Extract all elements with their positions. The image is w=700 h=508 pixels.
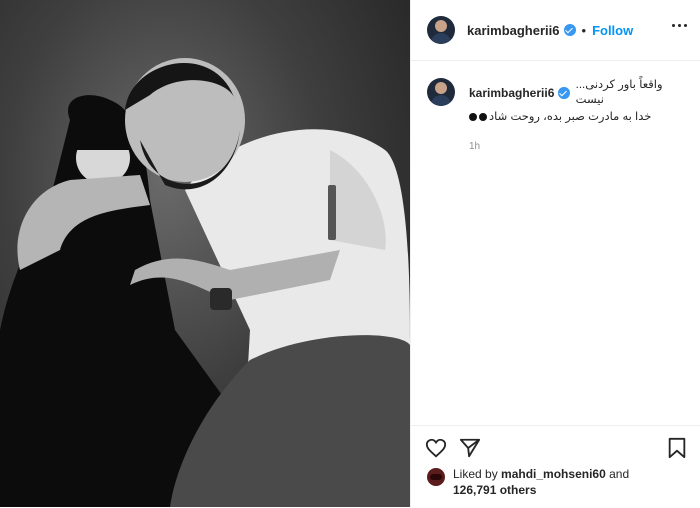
post-timestamp[interactable]: 1h (469, 139, 687, 154)
author-username[interactable]: karimbagherii6 (467, 23, 560, 38)
liked-by-and: and (609, 467, 630, 481)
post-caption: karimbagherii6 ...واقعاً باور کردنی نیست… (427, 78, 687, 154)
post-photo[interactable] (0, 0, 410, 507)
liked-by-prefix: Liked by (453, 467, 498, 481)
likes-summary: Liked by mahdi_mohseni60 and 126,791 oth… (427, 466, 629, 498)
caption-text-line1: ...واقعاً باور کردنی نیست (575, 79, 663, 106)
separator-dot: • (581, 22, 587, 38)
post-header: karimbagherii6 • Follow (411, 0, 700, 61)
verified-badge-icon (563, 24, 576, 36)
follow-button[interactable]: Follow (592, 23, 633, 38)
caption-text-line2: خدا به مادرت صبر بده، روحت شاد (469, 110, 687, 125)
photo-illustration (0, 58, 410, 507)
caption-line2-text: خدا به مادرت صبر بده، روحت شاد (489, 111, 652, 123)
black-heart-icon (479, 113, 487, 121)
post-actions: Liked by mahdi_mohseni60 and 126,791 oth… (411, 425, 700, 508)
more-dots-icon[interactable] (672, 24, 687, 27)
post-side-panel: karimbagherii6 • Follow karimbagherii6 .… (410, 0, 700, 507)
caption-author-avatar[interactable] (427, 78, 455, 106)
black-heart-icon (469, 113, 477, 121)
paper-plane-icon[interactable] (459, 437, 481, 464)
heart-icon[interactable] (425, 437, 447, 464)
caption-author-username[interactable]: karimbagherii6 (469, 86, 554, 101)
likes-count[interactable]: 126,791 others (453, 483, 536, 497)
verified-badge-icon (558, 87, 570, 99)
bookmark-icon[interactable] (667, 437, 687, 464)
liker-avatar[interactable] (427, 468, 445, 486)
liker-username[interactable]: mahdi_mohseni60 (501, 467, 606, 481)
author-avatar[interactable] (427, 16, 455, 44)
